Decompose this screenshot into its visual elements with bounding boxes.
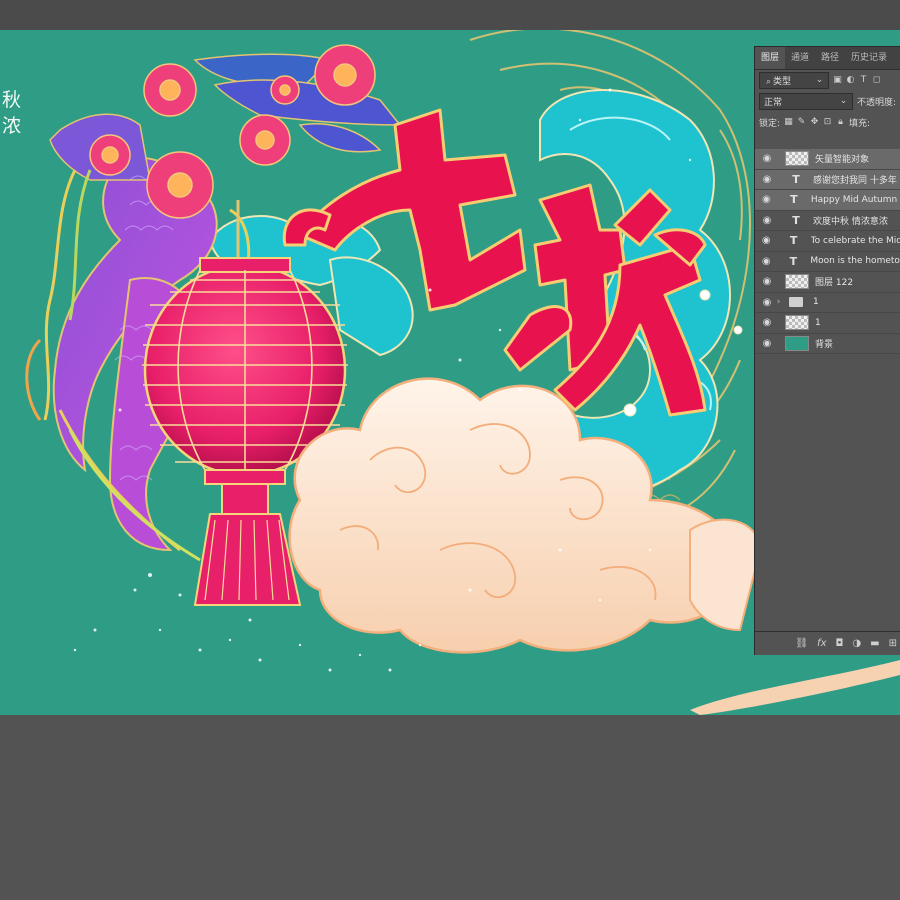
visibility-eye-icon[interactable]: ◉: [760, 256, 772, 267]
layer-name: 背景: [815, 339, 834, 350]
lock-paint-icon[interactable]: ✎: [797, 118, 806, 127]
visibility-eye-icon[interactable]: ◉: [760, 317, 774, 328]
text-layer-icon: T: [790, 193, 798, 207]
layer-row[interactable]: ◉ T Moon is the hometown: [755, 252, 900, 272]
blend-mode-value: 正常: [764, 98, 783, 108]
layers-panel: 图层 通道 路径 历史记录 ⌕ 类型 ⌄ ▣ ◐ T ◻ 正常 ⌄ 不透明度: 锁…: [754, 46, 900, 655]
visibility-eye-icon[interactable]: ◉: [760, 215, 774, 226]
shape-filter-icon[interactable]: ◻: [872, 76, 881, 85]
layer-row[interactable]: ◉ T 欢度中秋 情浓意浓: [755, 211, 900, 231]
lock-label: 锁定:: [759, 119, 781, 129]
lock-transparent-icon[interactable]: ▦: [784, 118, 793, 127]
smart-object-thumbnail: [785, 151, 809, 167]
canvas-text-nong: 浓: [2, 115, 22, 137]
new-layer-icon[interactable]: ⊞: [889, 638, 897, 649]
layer-thumbnail: [785, 274, 809, 290]
layer-row[interactable]: ◉ 1: [755, 313, 900, 334]
layers-panel-footer: ⛓︎ fx ◘ ◑ ▬ ⊞: [755, 631, 900, 655]
tab-paths[interactable]: 路径: [815, 47, 845, 69]
text-layer-icon: T: [789, 254, 798, 268]
visibility-eye-icon[interactable]: ◉: [760, 153, 774, 164]
canvas-text-qiu: 秋: [2, 89, 22, 111]
type-filter-icon[interactable]: T: [859, 76, 868, 85]
visibility-eye-icon[interactable]: ◉: [760, 338, 774, 349]
text-layer-icon: T: [792, 172, 800, 186]
add-mask-icon[interactable]: ◘: [836, 638, 844, 649]
layer-row[interactable]: ◉ T Happy Mid Autumn Fe: [755, 190, 900, 211]
layer-name: 感谢您封我同 十多年: [813, 175, 897, 186]
lock-artboard-icon[interactable]: ⊡: [823, 118, 832, 127]
layer-name: To celebrate the Mid-A: [810, 235, 900, 246]
visibility-eye-icon[interactable]: ◉: [760, 276, 774, 287]
filter-row: ⌕ 类型 ⌄ ▣ ◐ T ◻: [755, 70, 900, 91]
layer-name: 1: [813, 297, 819, 308]
options-bar: [0, 0, 900, 31]
link-layers-icon[interactable]: ⛓︎: [795, 638, 808, 649]
fill-label: 填充:: [849, 119, 871, 129]
layer-filter-select[interactable]: ⌕ 类型 ⌄: [759, 72, 829, 89]
panel-tabs: 图层 通道 路径 历史记录: [755, 47, 900, 70]
layer-row[interactable]: ◉ 图层 122: [755, 272, 900, 293]
text-layer-icon: T: [792, 213, 800, 227]
layer-name: 1: [815, 317, 821, 328]
opacity-label: 不透明度:: [857, 98, 897, 108]
tab-history[interactable]: 历史记录: [845, 47, 893, 69]
layer-name: Happy Mid Autumn Fe: [810, 194, 900, 205]
search-icon: ⌕: [765, 77, 772, 87]
layer-name: 矢量智能对象: [815, 155, 870, 166]
layer-row[interactable]: ◉ 矢量智能对象: [755, 149, 900, 170]
text-layer-icon: T: [789, 234, 798, 248]
layer-row[interactable]: ◉ 背景: [755, 334, 900, 354]
layer-list: ◉ 矢量智能对象 ◉ T 感谢您封我同 十多年 ◉ T Happy Mid Au…: [755, 149, 900, 354]
pixel-filter-icon[interactable]: ▣: [833, 76, 842, 85]
lock-all-icon[interactable]: 🔒︎: [836, 118, 845, 127]
tab-channels[interactable]: 通道: [785, 47, 815, 69]
layer-row[interactable]: ◉ › 1: [755, 293, 900, 313]
adjustment-filter-icon[interactable]: ◐: [846, 76, 855, 85]
fx-icon[interactable]: fx: [817, 638, 826, 649]
lock-row: 锁定: ▦ ✎ ✥ ⊡ 🔒︎ 填充:: [755, 112, 900, 133]
layer-name: Moon is the hometown: [810, 256, 900, 267]
layer-row[interactable]: ◉ T To celebrate the Mid-A: [755, 231, 900, 252]
visibility-eye-icon[interactable]: ◉: [760, 235, 773, 246]
layer-row[interactable]: ◉ T 感谢您封我同 十多年: [755, 169, 900, 190]
new-group-icon[interactable]: ▬: [870, 638, 879, 649]
layer-thumbnail: [785, 315, 809, 331]
visibility-eye-icon[interactable]: ◉: [760, 297, 774, 308]
visibility-eye-icon[interactable]: ◉: [760, 194, 773, 205]
layer-name: 图层 122: [815, 278, 854, 289]
blend-row: 正常 ⌄ 不透明度:: [755, 91, 900, 112]
blend-mode-select[interactable]: 正常 ⌄: [759, 93, 853, 110]
expand-arrow-icon[interactable]: ›: [774, 297, 783, 307]
visibility-eye-icon[interactable]: ◉: [760, 174, 774, 185]
chevron-down-icon: ⌄: [815, 75, 824, 85]
layer-name: 欢度中秋 情浓意浓: [813, 216, 888, 227]
background-thumbnail: [785, 335, 809, 351]
tab-layers[interactable]: 图层: [755, 47, 786, 69]
adjustment-layer-icon[interactable]: ◑: [852, 638, 861, 649]
lock-move-icon[interactable]: ✥: [810, 118, 819, 127]
pasteboard: [0, 715, 900, 900]
folder-icon: [789, 297, 803, 308]
filter-label: 类型: [773, 77, 792, 87]
chevron-down-icon: ⌄: [839, 96, 848, 106]
